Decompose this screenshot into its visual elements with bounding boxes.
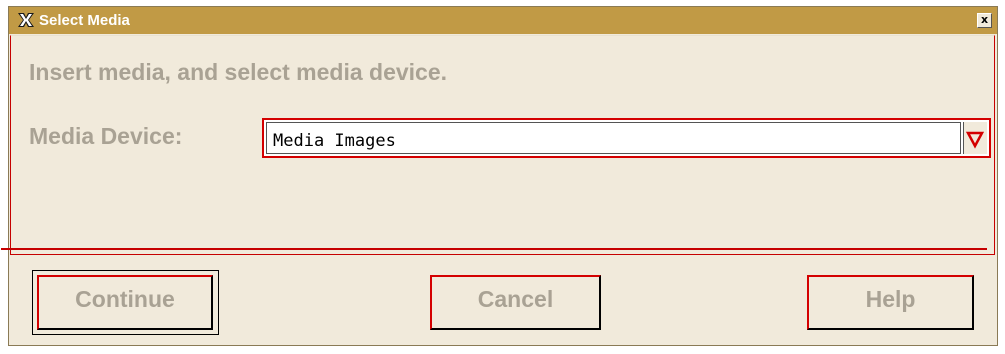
- help-button[interactable]: Help: [807, 275, 974, 330]
- close-icon[interactable]: x: [977, 13, 992, 28]
- x-logo-icon: [18, 13, 34, 27]
- media-device-value: Media Images: [273, 131, 396, 151]
- media-device-dropdown[interactable]: Media Images: [262, 118, 991, 158]
- triangle-down-icon: [965, 131, 985, 149]
- window-title: Select Media: [39, 12, 130, 29]
- separator-line: [1, 248, 987, 250]
- instruction-text: Insert media, and select media device.: [29, 59, 448, 85]
- title-bar[interactable]: Select Media x: [9, 7, 997, 34]
- media-device-field[interactable]: Media Images: [266, 122, 961, 154]
- continue-button[interactable]: Continue: [37, 275, 213, 330]
- dropdown-button[interactable]: [963, 122, 987, 154]
- media-device-label: Media Device:: [29, 123, 183, 149]
- cancel-button[interactable]: Cancel: [430, 275, 601, 330]
